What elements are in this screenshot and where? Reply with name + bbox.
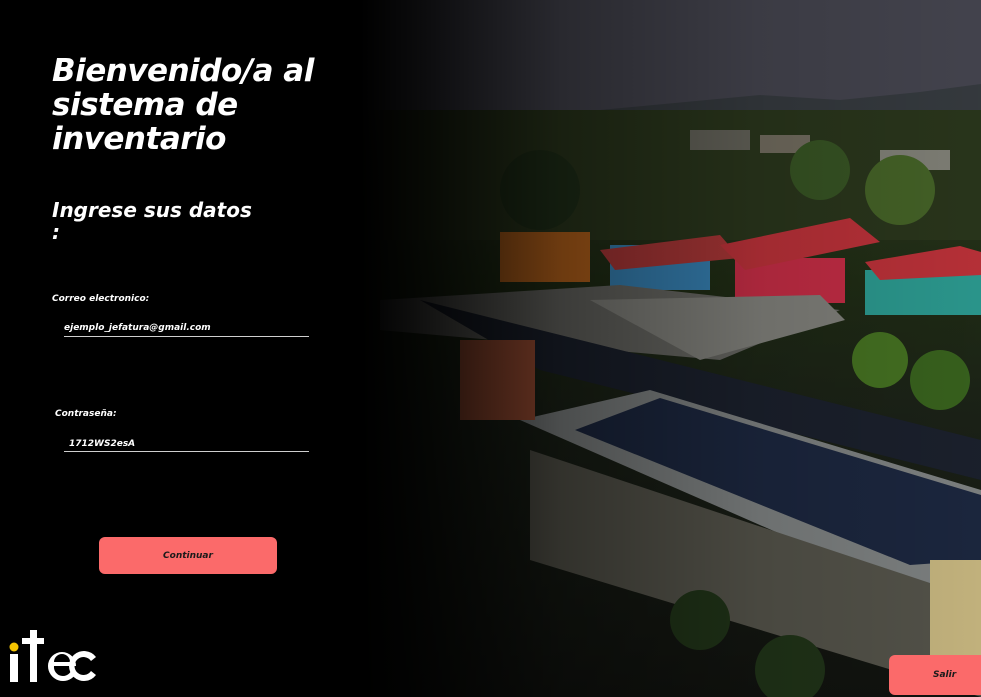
password-field[interactable] — [64, 438, 309, 452]
form-subtitle: Ingrese sus datos : — [52, 198, 252, 244]
page-title: Bienvenido/a al sistema de inventario — [52, 53, 314, 157]
email-label: Correo electronico: — [52, 294, 150, 304]
password-label: Contraseña: — [55, 409, 117, 419]
email-field[interactable] — [64, 322, 309, 337]
continue-button[interactable]: Continuar — [99, 537, 277, 574]
exit-button[interactable]: Salir — [889, 655, 981, 695]
